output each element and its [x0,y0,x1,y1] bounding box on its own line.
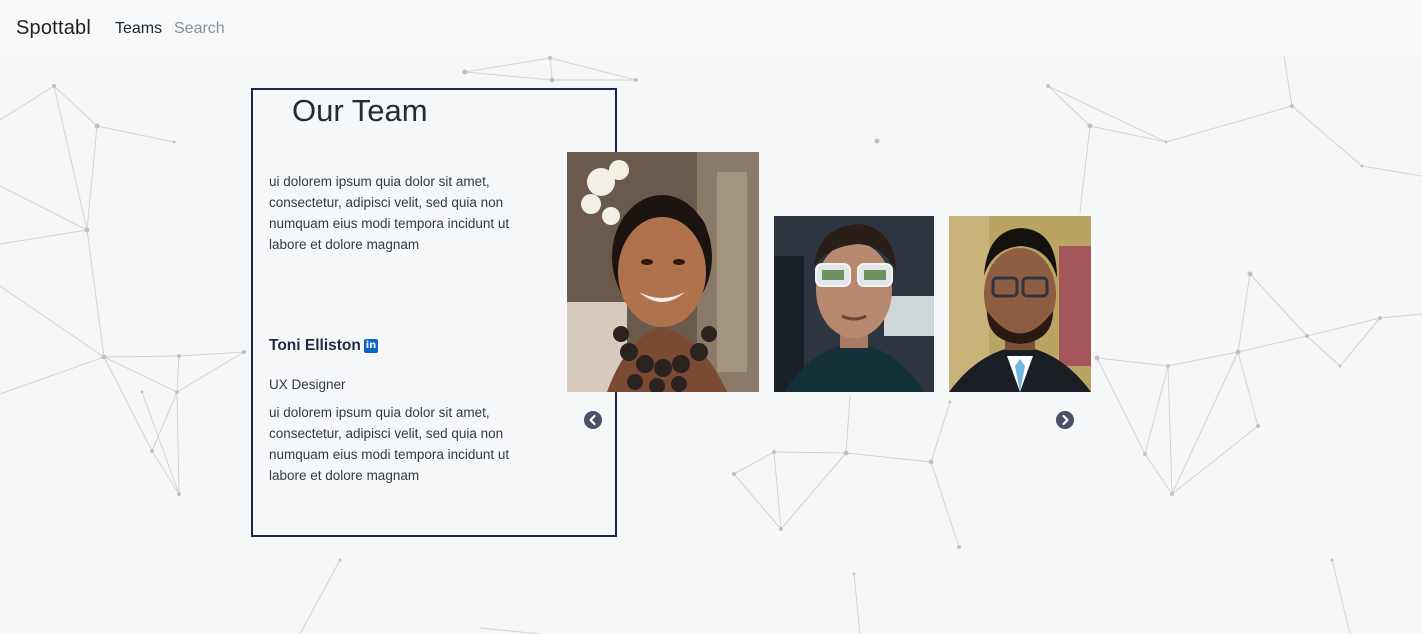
nav-link-search[interactable]: Search [174,20,225,38]
brand-logo[interactable]: Spottabl [16,17,91,40]
team-photo-man-glasses[interactable] [949,216,1091,392]
page-title: Our Team [276,90,444,131]
linkedin-icon[interactable]: in [364,339,378,353]
carousel-next-button[interactable] [1056,411,1074,429]
member-role: UX Designer [269,377,346,392]
member-bio: ui dolorem ipsum quia dolor sit amet, co… [269,405,510,483]
chevron-left-circle-icon [589,414,596,426]
member-name: Toni Elliston [269,337,361,354]
team-photo-man-sunglasses[interactable] [774,216,934,392]
navbar: Spottabl Teams Search [0,0,1422,56]
nav-link-teams[interactable]: Teams [115,20,162,38]
team-page: Spottabl Teams Search Our Team ui dolore… [0,0,1422,634]
chevron-right-circle-icon [1062,414,1069,426]
team-photo-woman-flower[interactable] [567,152,759,392]
team-intro-text: ui dolorem ipsum quia dolor sit amet, co… [269,174,510,252]
carousel-prev-button[interactable] [584,411,602,429]
